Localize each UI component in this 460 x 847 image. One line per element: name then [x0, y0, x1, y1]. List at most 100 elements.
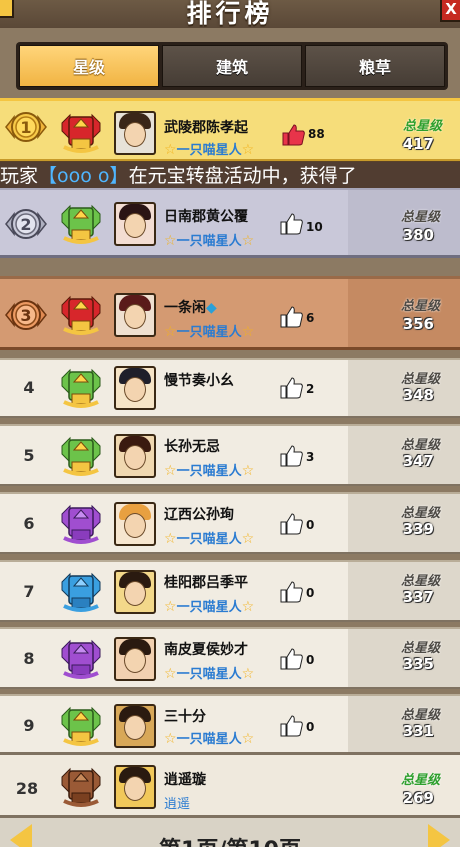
player-avatar[interactable]: [114, 765, 156, 809]
star-icon: ☆: [241, 463, 255, 479]
thumbs-up-icon[interactable]: [282, 123, 306, 147]
total-stars-label: 总星级: [400, 372, 440, 387]
rank-number: 5: [23, 446, 35, 465]
tab-star-level[interactable]: 星级: [19, 45, 159, 87]
total-stars-value: 339: [402, 520, 434, 538]
thumbs-up-icon[interactable]: [280, 376, 304, 400]
ranking-row-7[interactable]: 7 桂阳郡吕季平 ☆一只喵星人☆ 0 总星级 337: [0, 560, 460, 622]
category-tabs: 星级 建筑 粮草: [16, 42, 448, 90]
star-icon: ☆: [164, 599, 177, 615]
gold-rank-badge-icon: [61, 113, 101, 153]
player-avatar[interactable]: [114, 366, 156, 410]
total-stars-label: 总星级: [400, 438, 440, 453]
star-icon: ☆: [241, 731, 255, 747]
thumbs-up-icon[interactable]: [280, 580, 304, 604]
ranking-row-9[interactable]: 9 三十分 ☆一只喵星人☆ 0 总星级 331: [0, 694, 460, 754]
player-name: 长孙无忌: [164, 439, 220, 455]
total-stars-label: 总星级: [400, 210, 440, 225]
total-stars-value: 335: [402, 655, 434, 673]
tab-provisions[interactable]: 粮草: [305, 45, 445, 87]
ranking-row-2[interactable]: 2 日南郡黄公覆 ☆一只喵星人☆ 10 总星级 380: [0, 188, 460, 258]
ranking-row-1[interactable]: 1 武陵郡陈孝起 ☆一只喵星人☆ 88 总星级 417: [0, 98, 460, 162]
player-avatar[interactable]: [114, 434, 156, 478]
player-name: 南皮夏侯妙才: [164, 642, 248, 658]
player-avatar[interactable]: [114, 502, 156, 546]
total-stars-value: 356: [402, 315, 434, 333]
player-avatar[interactable]: [114, 704, 156, 748]
like-count: 0: [306, 653, 315, 667]
like-count: 10: [306, 220, 323, 234]
green-rank-badge-icon: [61, 368, 101, 408]
like-count: 2: [306, 382, 315, 396]
total-stars-label: 总星级: [400, 641, 440, 656]
ranking-row-3[interactable]: 3 一条闲◆ ☆一只喵星人☆ 6 总星级 356: [0, 276, 460, 350]
total-stars-value: 417: [402, 135, 434, 153]
total-stars-value: 269: [402, 789, 434, 807]
green-rank-badge-icon: [61, 204, 101, 244]
ranking-row-6[interactable]: 6 辽西公孙珣 ☆一只喵星人☆ 0 总星级 339: [0, 492, 460, 554]
rank-number: 9: [23, 716, 35, 735]
silver-medal-icon: 2: [5, 209, 47, 239]
star-icon: ☆: [241, 142, 255, 158]
player-avatar[interactable]: [114, 202, 156, 246]
total-stars-value: 337: [402, 588, 434, 606]
rank-number: 4: [23, 378, 35, 397]
green-rank-badge-icon: [61, 436, 101, 476]
thumbs-up-icon[interactable]: [280, 444, 304, 468]
total-stars-label: 总星级: [400, 299, 440, 314]
thumbs-up-icon[interactable]: [280, 305, 304, 329]
total-stars-label: 总星级: [402, 119, 442, 134]
star-icon: ☆: [164, 531, 177, 547]
tab-buildings[interactable]: 建筑: [162, 45, 302, 87]
thumbs-up-icon[interactable]: [280, 212, 304, 236]
player-title: ☆一只喵星人☆: [164, 666, 255, 682]
player-name: 辽西公孙珣: [164, 507, 234, 523]
star-icon: ☆: [164, 324, 177, 340]
rank-number: 6: [23, 514, 35, 533]
pagination-bar: 第1页/第10页: [0, 818, 460, 847]
star-icon: ☆: [241, 324, 255, 340]
player-title: ☆一只喵星人☆: [164, 142, 255, 158]
rank-number: 28: [15, 779, 39, 798]
like-count: 0: [306, 586, 315, 600]
rank-number: 7: [23, 582, 35, 601]
total-stars-value: 348: [402, 386, 434, 404]
star-icon: ☆: [164, 666, 177, 682]
star-icon: ☆: [241, 233, 255, 249]
player-avatar[interactable]: [114, 111, 156, 155]
star-icon: ☆: [164, 233, 177, 249]
next-page-arrow-icon[interactable]: [428, 824, 450, 847]
thumbs-up-icon[interactable]: [280, 512, 304, 536]
svg-text:1: 1: [20, 118, 31, 137]
star-icon: ☆: [241, 531, 255, 547]
page-indicator: 第1页/第10页: [0, 832, 460, 847]
player-avatar[interactable]: [114, 637, 156, 681]
total-stars-value: 347: [402, 452, 434, 470]
gold-medal-icon: 1: [5, 112, 47, 142]
total-stars-label: 总星级: [400, 773, 440, 788]
top-bar: 排行榜 X: [0, 0, 460, 28]
player-title: ☆一只喵星人☆: [164, 233, 255, 249]
close-button[interactable]: X: [440, 0, 460, 22]
total-stars-label: 总星级: [400, 574, 440, 589]
player-title: ☆一只喵星人☆: [164, 531, 255, 547]
svg-text:3: 3: [20, 306, 31, 325]
ranking-row-5[interactable]: 5 长孙无忌 ☆一只喵星人☆ 3 总星级 347: [0, 424, 460, 486]
total-stars-value: 380: [402, 226, 434, 244]
svg-text:2: 2: [20, 215, 31, 234]
broadcast-marquee: 玩家【ooo o】在元宝转盘活动中，获得了: [0, 161, 460, 191]
my-ranking-row[interactable]: 28 逍遥璇 逍遥 总星级 269: [0, 752, 460, 818]
ranking-row-4[interactable]: 4 慢节奏小幺 2 总星级 348: [0, 358, 460, 418]
rank-number: 8: [23, 649, 35, 668]
thumbs-up-icon[interactable]: [280, 647, 304, 671]
player-name: 慢节奏小幺: [164, 373, 234, 389]
total-stars-label: 总星级: [400, 506, 440, 521]
blue-rank-badge-icon: [61, 572, 101, 612]
like-count: 0: [306, 720, 315, 734]
thumbs-up-icon[interactable]: [280, 714, 304, 738]
player-name: 武陵郡陈孝起: [164, 120, 248, 136]
player-avatar[interactable]: [114, 293, 156, 337]
player-avatar[interactable]: [114, 570, 156, 614]
ranking-row-8[interactable]: 8 南皮夏侯妙才 ☆一只喵星人☆ 0 总星级 335: [0, 627, 460, 689]
fish-icon: ◆: [206, 300, 217, 316]
